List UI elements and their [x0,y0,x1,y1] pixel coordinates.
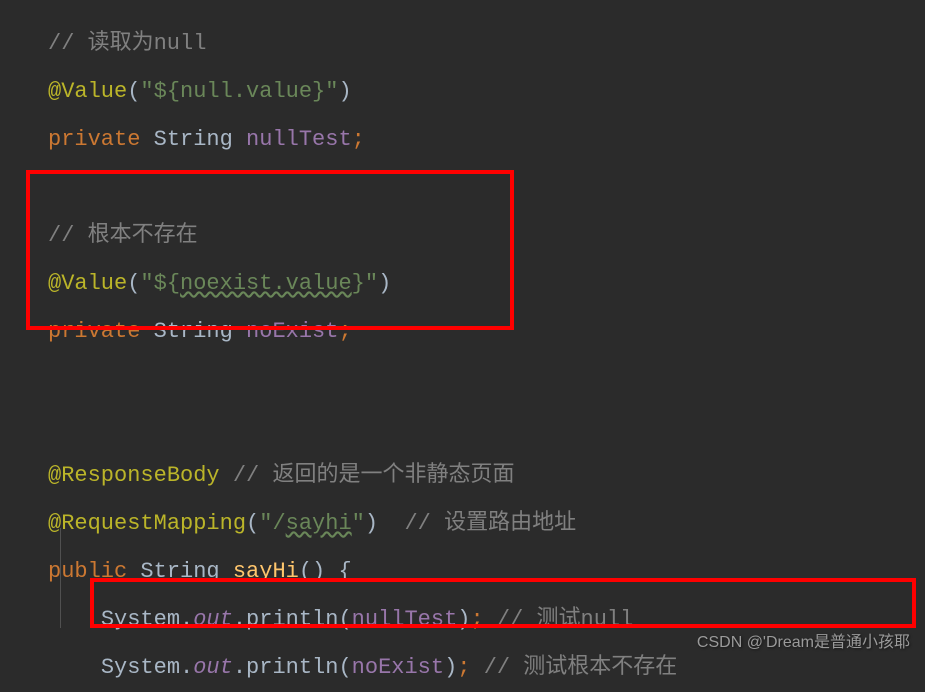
indent-guide [60,528,61,628]
argument: nullTest [352,607,458,632]
code-line: @ResponseBody // 返回的是一个非静态页面 [48,452,925,500]
blank-line [48,404,925,452]
blank-line [48,164,925,212]
warning-underline: sayhi [286,511,352,536]
string-literal: "${null.value}" [140,79,338,104]
static-field: out [193,607,233,632]
semicolon: ; [457,655,470,680]
static-field: out [193,655,233,680]
field: noExist [246,319,338,344]
field: nullTest [246,127,352,152]
blank-line [48,356,925,404]
argument: noExist [352,655,444,680]
keyword: private [48,319,140,344]
paren: ) [457,607,470,632]
paren: ( [338,607,351,632]
paren: ) [365,511,378,536]
code-line: // 根本不存在 [48,212,925,260]
comment: // 根本不存在 [48,223,198,248]
string-literal: "${noexist.value}" [140,271,378,296]
method-name: sayHi [233,559,299,584]
code-line: @Value("${noexist.value}") [48,260,925,308]
code-line: @Value("${null.value}") [48,68,925,116]
comment: // 测试根本不存在 [471,655,678,680]
comment: // 读取为null [48,31,206,56]
type: String [140,319,246,344]
paren: ( [246,511,259,536]
keyword: private [48,127,140,152]
code-line: public String sayHi() { [48,548,925,596]
class-name: System [101,655,180,680]
code-line: private String nullTest; [48,116,925,164]
semicolon: ; [338,319,351,344]
code-line: // 读取为null [48,20,925,68]
comment: // 返回的是一个非静态页面 [220,463,515,488]
string-literal: "/sayhi" [259,511,365,536]
annotation: @ResponseBody [48,463,220,488]
method-call: println [246,607,338,632]
paren: ) [444,655,457,680]
semicolon: ; [352,127,365,152]
code-line: private String noExist; [48,308,925,356]
paren: ( [127,79,140,104]
warning-underline: noexist.value [180,271,352,296]
type: String [140,127,246,152]
paren: ) [338,79,351,104]
annotation: @RequestMapping [48,511,246,536]
annotation: @Value [48,271,127,296]
paren: ) [378,271,391,296]
code-block: // 读取为null @Value("${null.value}") priva… [0,20,925,692]
watermark: CSDN @'Dream是普通小孩耶 [697,628,910,652]
annotation: @Value [48,79,127,104]
comment: // 测试null [484,607,634,632]
paren: ( [127,271,140,296]
semicolon: ; [471,607,484,632]
type: String [127,559,233,584]
code-line: @RequestMapping("/sayhi") // 设置路由地址 [48,500,925,548]
paren: ( [338,655,351,680]
class-name: System [101,607,180,632]
paren: () { [299,559,352,584]
comment: // 设置路由地址 [378,511,576,536]
method-call: println [246,655,338,680]
